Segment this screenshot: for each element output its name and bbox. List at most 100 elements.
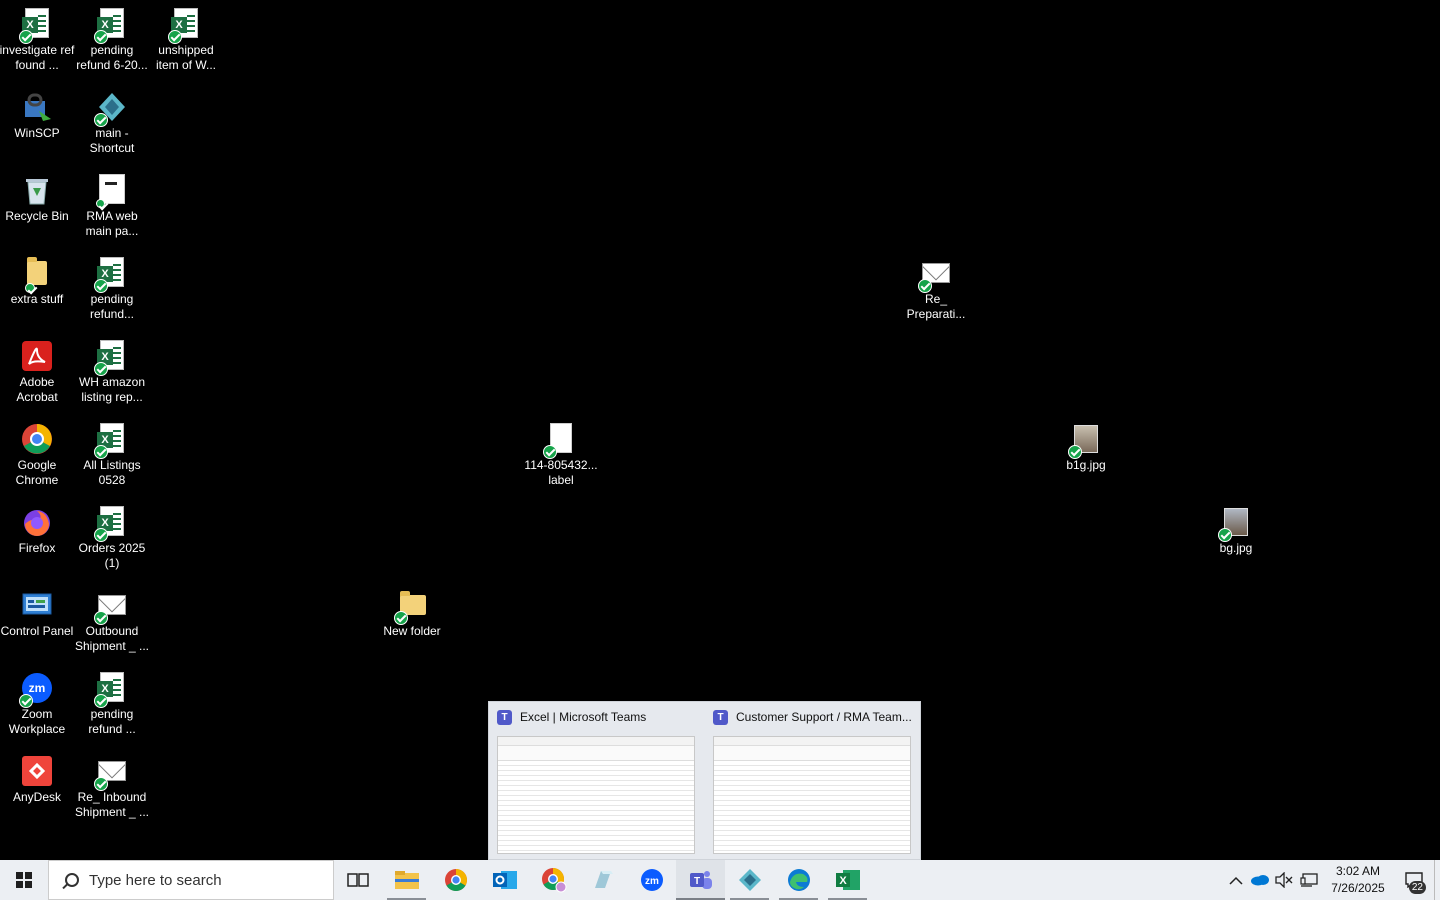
desktop-icon-label: Adobe Acrobat: [16, 375, 58, 404]
speaker-muted-icon: [1275, 872, 1293, 888]
teams-icon: T: [713, 709, 728, 725]
clock-time: 3:02 AM: [1335, 864, 1381, 878]
desktop-icon-b1g-jpg[interactable]: b1g.jpg: [1049, 423, 1123, 473]
desktop-icon-all-listings[interactable]: X All Listings 0528: [75, 423, 149, 488]
desktop-icon-label: unshipped item of W...: [155, 43, 216, 72]
excel-file-icon: X: [94, 672, 128, 708]
teams-icon: T: [497, 709, 512, 725]
desktop-icon-adobe-acrobat[interactable]: Adobe Acrobat: [0, 340, 74, 405]
taskbar-chrome[interactable]: [431, 860, 480, 900]
taskbar-search-box[interactable]: Type here to search: [48, 860, 334, 900]
winscp-icon: [21, 91, 53, 123]
desktop-icon-label: AnyDesk: [12, 790, 62, 804]
desktop-icon-control-panel[interactable]: Control Panel: [0, 589, 74, 639]
search-icon: [65, 873, 79, 887]
excel-file-icon: X: [19, 8, 53, 44]
clock[interactable]: 3:02 AM 7/26/2025: [1322, 863, 1394, 897]
taskbar-file-explorer[interactable]: [382, 860, 431, 900]
task-view-icon: [347, 873, 369, 887]
start-button[interactable]: [0, 860, 48, 900]
taskbar-zoom[interactable]: zm: [627, 860, 676, 900]
desktop-icon-pending-refund-620[interactable]: X pending refund 6-20...: [75, 8, 149, 73]
desktop-icon-label: Firefox: [18, 541, 56, 555]
desktop-icon-label: WH amazon listing rep...: [78, 375, 146, 404]
desktop-icon-label: b1g.jpg: [1066, 458, 1106, 472]
taskbar-pinned-app[interactable]: [578, 860, 627, 900]
folder-icon: [21, 257, 53, 293]
desktop-icon-pending-refund[interactable]: X pending refund...: [75, 257, 149, 322]
excel-file-icon: X: [94, 8, 128, 44]
clock-date: 7/26/2025: [1331, 881, 1385, 895]
desktop-icon-investigate-ref[interactable]: X investigate ref found ...: [0, 8, 74, 73]
desktop-icon-anydesk[interactable]: AnyDesk: [0, 755, 74, 805]
network-button[interactable]: [1296, 860, 1322, 900]
desktop-icon-new-folder[interactable]: New folder: [375, 589, 449, 639]
onedrive-button[interactable]: [1248, 860, 1272, 900]
desktop-icon-rma-web[interactable]: RMA web main pa...: [75, 174, 149, 239]
windows-logo-icon: [16, 872, 32, 888]
folder-icon: [394, 589, 428, 625]
chrome-profile-icon: [541, 868, 566, 893]
excel-file-icon: X: [94, 423, 128, 459]
desktop-icon-orders-2025[interactable]: X Orders 2025 (1): [75, 506, 149, 571]
edge-icon: [787, 869, 810, 891]
mail-file-icon: [94, 755, 128, 791]
image-file-icon: [1068, 423, 1102, 459]
acrobat-icon: [21, 340, 53, 372]
thumbnail-title: Customer Support / RMA Team...: [736, 710, 912, 724]
excel-file-icon: X: [94, 340, 128, 376]
desktop-icon-label: pending refund ...: [88, 707, 136, 736]
desktop-icon-label: pending refund...: [89, 292, 135, 321]
desktop-icon-label: Outbound Shipment _ ...: [74, 624, 150, 653]
taskbar-thumbnail-popup: T Excel | Microsoft Teams T Customer Suppo…: [488, 701, 921, 860]
desktop-icon-main-shortcut[interactable]: main - Shortcut: [75, 91, 149, 156]
desktop-icon-label: Zoom Workplace: [8, 707, 66, 736]
excel-file-icon: X: [94, 506, 128, 542]
system-tray: 3:02 AM 7/26/2025 22: [1224, 860, 1440, 900]
desktop-icon-google-chrome[interactable]: Google Chrome: [0, 423, 74, 488]
desktop-icon-label-file[interactable]: 114-805432... label: [524, 423, 598, 488]
document-icon: [96, 174, 128, 208]
desktop-icon-re-inbound-shipment[interactable]: Re_ Inbound Shipment _ ...: [75, 755, 149, 820]
desktop-icon-recycle-bin[interactable]: Recycle Bin: [0, 174, 74, 224]
desktop-icon-label: New folder: [383, 624, 441, 638]
chrome-icon: [21, 423, 53, 455]
taskbar-chrome-profile[interactable]: [529, 860, 578, 900]
desktop-icon-extra-stuff[interactable]: extra stuff: [0, 257, 74, 307]
desktop-icon-zoom-workplace[interactable]: zm Zoom Workplace: [0, 672, 74, 737]
taskbar-excel[interactable]: X: [823, 860, 872, 900]
desktop-icon-label: Control Panel: [0, 624, 74, 638]
search-placeholder: Type here to search: [89, 871, 222, 889]
show-desktop-button[interactable]: [1434, 860, 1440, 900]
notification-center-button[interactable]: 22: [1394, 860, 1434, 900]
task-view-button[interactable]: [334, 860, 382, 900]
desktop-icon-wh-amazon[interactable]: X WH amazon listing rep...: [75, 340, 149, 405]
desktop-icon-pending-refund-2[interactable]: X pending refund ...: [75, 672, 149, 737]
document-icon: [543, 423, 577, 459]
desktop-icon-label: investigate ref found ...: [0, 43, 75, 72]
desktop-icon-winscp[interactable]: WinSCP: [0, 91, 74, 141]
desktop-icon-bg-jpg[interactable]: bg.jpg: [1199, 506, 1273, 556]
desktop-icon-re-preparation[interactable]: Re_ Preparati...: [899, 257, 973, 322]
desktop-icon-label: Google Chrome: [15, 458, 59, 487]
thumbnail-excel-teams[interactable]: T Excel | Microsoft Teams: [489, 702, 705, 860]
svg-text:T: T: [693, 876, 699, 887]
mail-file-icon: [918, 257, 952, 293]
taskbar-main-app[interactable]: [725, 860, 774, 900]
taskbar-edge[interactable]: [774, 860, 823, 900]
desktop-icon-label: All Listings 0528: [83, 458, 141, 487]
desktop-icon-firefox[interactable]: Firefox: [0, 506, 74, 556]
firefox-icon: [21, 506, 53, 538]
taskbar-outlook[interactable]: [480, 860, 529, 900]
volume-button[interactable]: [1272, 860, 1296, 900]
desktop-icon-unshipped-item[interactable]: X unshipped item of W...: [149, 8, 223, 73]
excel-file-icon: X: [168, 8, 202, 44]
desktop-icon-outbound-shipment[interactable]: Outbound Shipment _ ...: [75, 589, 149, 654]
app-shortcut-icon: [94, 91, 128, 127]
show-hidden-icons-button[interactable]: [1224, 860, 1248, 900]
desktop-icon-label: extra stuff: [10, 292, 64, 306]
window-preview: [713, 736, 911, 854]
taskbar-teams[interactable]: T: [676, 860, 725, 900]
desktop-icon-label: RMA web main pa...: [85, 209, 139, 238]
thumbnail-customer-support[interactable]: T Customer Support / RMA Team...: [705, 702, 921, 860]
